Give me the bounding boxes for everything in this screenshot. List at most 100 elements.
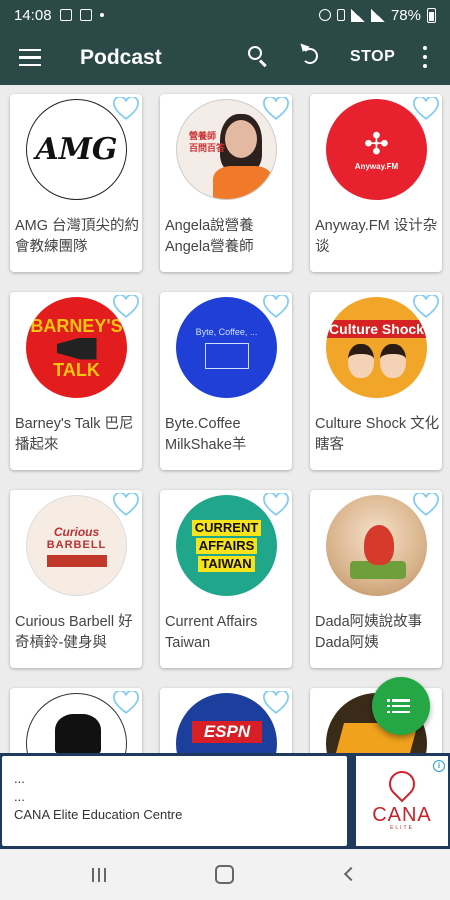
cover-text: Culture Shock [326, 319, 427, 338]
cover-text: Byte, Coffee, ... [195, 326, 258, 337]
podcast-cover-espn: ESPN [176, 693, 277, 753]
cover-text: BARNEY'S [30, 315, 123, 336]
favorite-heart-icon[interactable] [113, 691, 139, 715]
ad-banner[interactable]: ... ... CANA Elite Education Centre CANA… [0, 753, 450, 849]
cover-text: TALK [53, 359, 100, 380]
cover-text: CURRENT [191, 519, 262, 536]
podcast-card-curious-barbell[interactable]: Curious BARBELL Curious Barbell 好奇槓鈴-健身與 [10, 490, 142, 668]
podcast-card-current-affairs-taiwan[interactable]: CURRENT AFFAIRS TAIWAN Current Affairs T… [160, 490, 292, 668]
cover-faces [347, 343, 406, 378]
more-icon-dot [423, 64, 427, 68]
favorite-heart-icon[interactable] [413, 295, 439, 319]
recent-icon-bar [98, 868, 100, 882]
podcast-cover-barneys-talk: BARNEY'S TALK [26, 297, 127, 398]
playlist-fab-button[interactable] [372, 677, 430, 735]
cover-hair [55, 714, 101, 753]
podcast-card-anyway-fm[interactable]: ✣ Anyway.FM Anyway.FM 设计杂谈 [310, 94, 442, 272]
favorite-heart-icon[interactable] [113, 97, 139, 121]
alarm-icon [318, 9, 331, 21]
recent-icon-bar [104, 868, 106, 882]
ad-text-panel[interactable]: ... ... CANA Elite Education Centre [2, 756, 347, 846]
recent-icon-bar [92, 868, 94, 882]
refresh-button[interactable] [296, 40, 326, 72]
podcast-title: Dada阿姨說故事 Dada阿姨 [315, 614, 423, 651]
favorite-heart-icon[interactable] [263, 97, 289, 121]
overflow-dot-icon [99, 13, 104, 17]
podcast-card-10[interactable] [10, 688, 142, 753]
podcast-title: Byte.Coffee MilkShake羊 [165, 416, 247, 453]
barbell-icon [46, 554, 107, 567]
cover-text: ESPN [192, 721, 262, 743]
recent-apps-button[interactable] [92, 868, 106, 882]
podcast-cover-dada [326, 495, 427, 596]
home-button[interactable] [215, 865, 234, 884]
podcast-title: Angela說營養Angela營養師 [165, 218, 254, 255]
podcast-card-culture-shock[interactable]: Culture Shock Culture Shock 文化瞎客 [310, 292, 442, 470]
podcast-card-barneys-talk[interactable]: BARNEY'S TALK Barney's Talk 巴尼播起來 [10, 292, 142, 470]
cover-face [225, 120, 257, 158]
favorite-heart-icon[interactable] [413, 97, 439, 121]
cover-face [347, 343, 374, 378]
ad-line: ... [14, 789, 25, 804]
gallery-notification-icon [79, 9, 92, 21]
image-notification-icon [59, 9, 72, 21]
list-icon [387, 699, 410, 713]
menu-button[interactable] [0, 30, 60, 85]
cover-text: 營養師 [189, 131, 217, 141]
cover-face [379, 343, 406, 378]
menu-icon-line [19, 56, 41, 59]
podcast-title: Current Affairs Taiwan [165, 614, 258, 651]
list-icon-line [387, 699, 410, 702]
podcast-cover-anyway-fm: ✣ Anyway.FM [326, 99, 427, 200]
favorite-heart-icon[interactable] [263, 691, 289, 715]
vibrate-icon [336, 9, 345, 21]
system-nav-bar [0, 850, 450, 900]
more-options-button[interactable] [418, 44, 432, 70]
cover-text: BARBELL [46, 538, 107, 551]
ad-brand-sub: ELITE [390, 825, 414, 831]
podcast-cover-byte-coffee: Byte, Coffee, ... [176, 297, 277, 398]
stop-button[interactable]: STOP [350, 48, 395, 66]
app-title: Podcast [80, 45, 162, 69]
ad-choices-icon[interactable]: i [433, 760, 445, 772]
ad-line: ... [14, 771, 25, 786]
favorite-heart-icon[interactable] [113, 493, 139, 517]
podcast-cover-angela: 營養師 百問百答 [176, 99, 277, 200]
podcast-card-angela[interactable]: 營養師 百問百答 Angela說營養Angela營養師 [160, 94, 292, 272]
more-icon-dot [423, 46, 427, 50]
favorite-heart-icon[interactable] [263, 295, 289, 319]
podcast-title: Culture Shock 文化瞎客 [315, 416, 440, 453]
podcast-card-espn[interactable]: ESPN [160, 688, 292, 753]
cover-text: Curious [53, 524, 100, 539]
podcast-grid: AMG AMG 台灣頂尖的約會教練團隊 營養師 百問百答 Angela說營養An… [10, 94, 442, 753]
search-button[interactable] [244, 40, 274, 72]
cover-text: AFFAIRS [195, 537, 258, 554]
podcast-card-amg[interactable]: AMG AMG 台灣頂尖的約會教練團隊 [10, 94, 142, 272]
megaphone-icon [56, 337, 97, 360]
list-icon-line [387, 710, 410, 713]
podcast-list[interactable]: AMG AMG 台灣頂尖的約會教練團隊 營養師 百問百答 Angela說營養An… [0, 85, 450, 753]
podcast-card-byte-coffee[interactable]: Byte, Coffee, ... Byte.Coffee MilkShake羊 [160, 292, 292, 470]
battery-percent: 78% [390, 6, 421, 24]
podcast-title: Anyway.FM 设计杂谈 [315, 218, 438, 255]
favorite-heart-icon[interactable] [413, 493, 439, 517]
podcast-card-dada[interactable]: Dada阿姨說故事 Dada阿姨 [310, 490, 442, 668]
favorite-heart-icon[interactable] [263, 493, 289, 517]
podcast-cover-curious-barbell: Curious BARBELL [26, 495, 127, 596]
battery-icon [427, 7, 436, 23]
search-icon-handle [258, 59, 267, 68]
favorite-heart-icon[interactable] [113, 295, 139, 319]
anyway-logo-icon: ✣ [363, 128, 390, 161]
ad-image[interactable]: CANA ELITE i [356, 756, 448, 846]
back-button[interactable] [343, 866, 359, 882]
menu-icon-line [19, 48, 41, 52]
podcast-cover-current-affairs-taiwan: CURRENT AFFAIRS TAIWAN [176, 495, 277, 596]
status-time: 14:08 [14, 6, 52, 24]
laptop-icon [204, 342, 249, 369]
status-bar: 14:08 78% [0, 0, 450, 30]
cover-text: TAIWAN [198, 555, 255, 572]
podcast-title: Barney's Talk 巴尼播起來 [15, 416, 134, 453]
podcast-title: Curious Barbell 好奇槓鈴-健身與 [15, 614, 133, 651]
podcast-title: AMG 台灣頂尖的約會教練團隊 [15, 218, 140, 255]
search-icon [248, 46, 262, 60]
